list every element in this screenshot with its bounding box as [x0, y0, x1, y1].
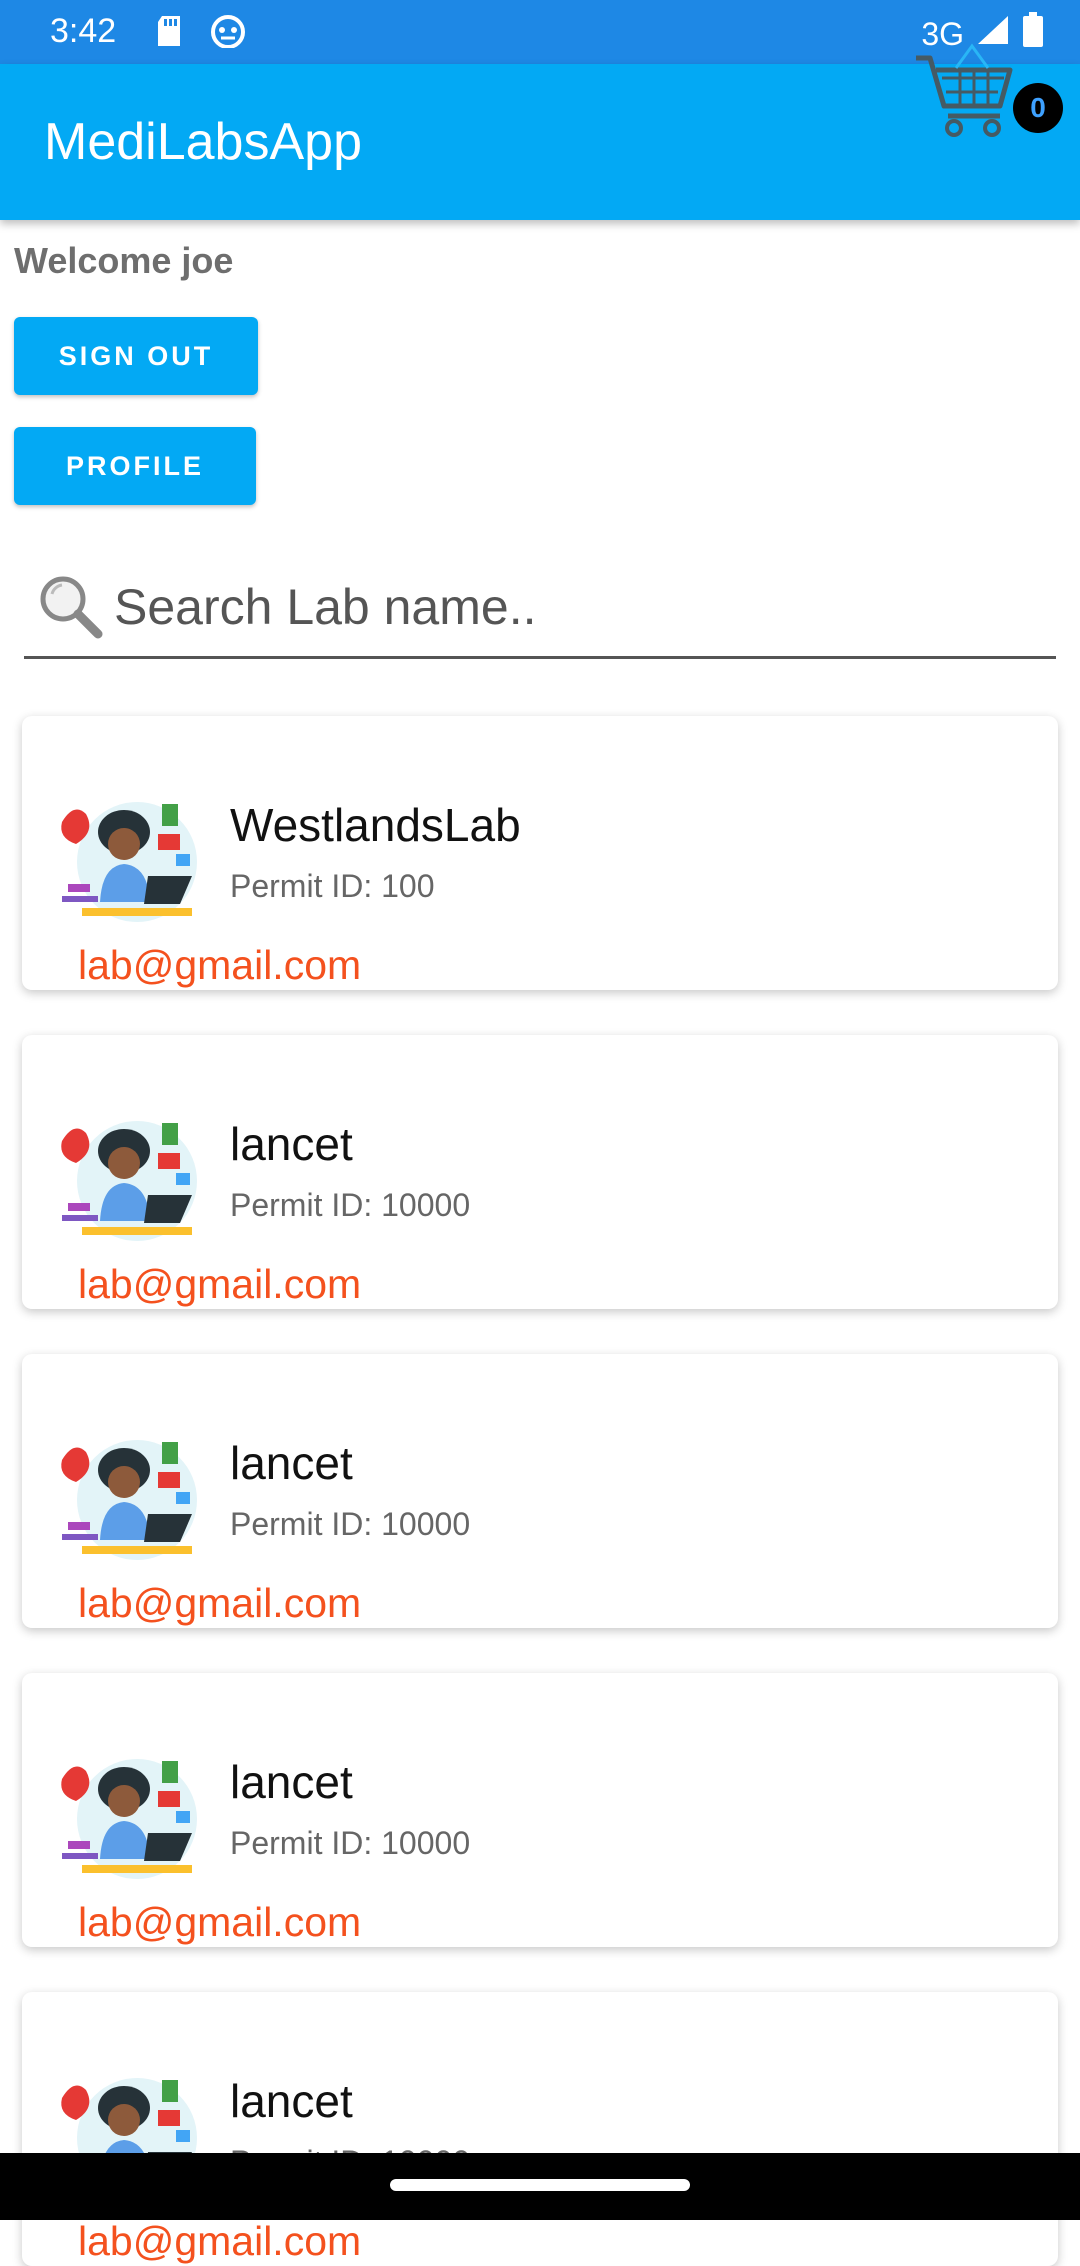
lab-card[interactable]: WestlandsLab Permit ID: 100 lab@gmail.co… [22, 716, 1058, 990]
app-title: MediLabsApp [44, 113, 362, 171]
lab-email: lab@gmail.com [78, 2218, 362, 2264]
lab-permit-id: Permit ID: 10000 [230, 1187, 471, 1223]
lab-email: lab@gmail.com [78, 1899, 362, 1945]
welcome-text: Welcome joe [14, 240, 234, 281]
lab-permit-id: Permit ID: 100 [230, 868, 435, 904]
lab-avatar-icon [52, 1111, 222, 1251]
cart-count-badge: 0 [1013, 83, 1063, 133]
search-input[interactable] [112, 566, 1036, 648]
battery-icon [1022, 12, 1044, 56]
lab-name: WestlandsLab [230, 799, 521, 851]
home-gesture-handle[interactable] [390, 2179, 690, 2191]
profile-button[interactable]: PROFILE [14, 427, 256, 505]
lab-card[interactable]: lancet Permit ID: 10000 lab@gmail.com [22, 1035, 1058, 1309]
system-nav-bar [0, 2153, 1080, 2220]
lab-avatar-icon [52, 1749, 222, 1889]
sd-card-icon [154, 14, 184, 53]
lab-permit-id: Permit ID: 10000 [230, 1825, 471, 1861]
search-icon [36, 572, 106, 647]
robot-icon [210, 14, 246, 53]
search-bar [24, 560, 1056, 659]
lab-name: lancet [230, 1756, 353, 1808]
lab-card[interactable]: lancet Permit ID: 10000 lab@gmail.com [22, 1354, 1058, 1628]
lab-card[interactable]: lancet Permit ID: 10000 lab@gmail.com [22, 1673, 1058, 1947]
lab-email: lab@gmail.com [78, 1580, 362, 1626]
lab-email: lab@gmail.com [78, 1261, 362, 1307]
cart-button[interactable] [912, 40, 1022, 140]
cart-icon [916, 43, 1013, 137]
lab-permit-id: Permit ID: 10000 [230, 1506, 471, 1542]
lab-name: lancet [230, 2075, 353, 2127]
lab-name: lancet [230, 1437, 353, 1489]
sign-out-button[interactable]: SIGN OUT [14, 317, 258, 395]
status-time: 3:42 [50, 12, 117, 50]
lab-card[interactable]: lancet Permit ID: 10000 lab@gmail.com [22, 1992, 1058, 2266]
lab-name: lancet [230, 1118, 353, 1170]
lab-avatar-icon [52, 1430, 222, 1570]
lab-avatar-icon [52, 792, 222, 932]
lab-email: lab@gmail.com [78, 942, 362, 988]
